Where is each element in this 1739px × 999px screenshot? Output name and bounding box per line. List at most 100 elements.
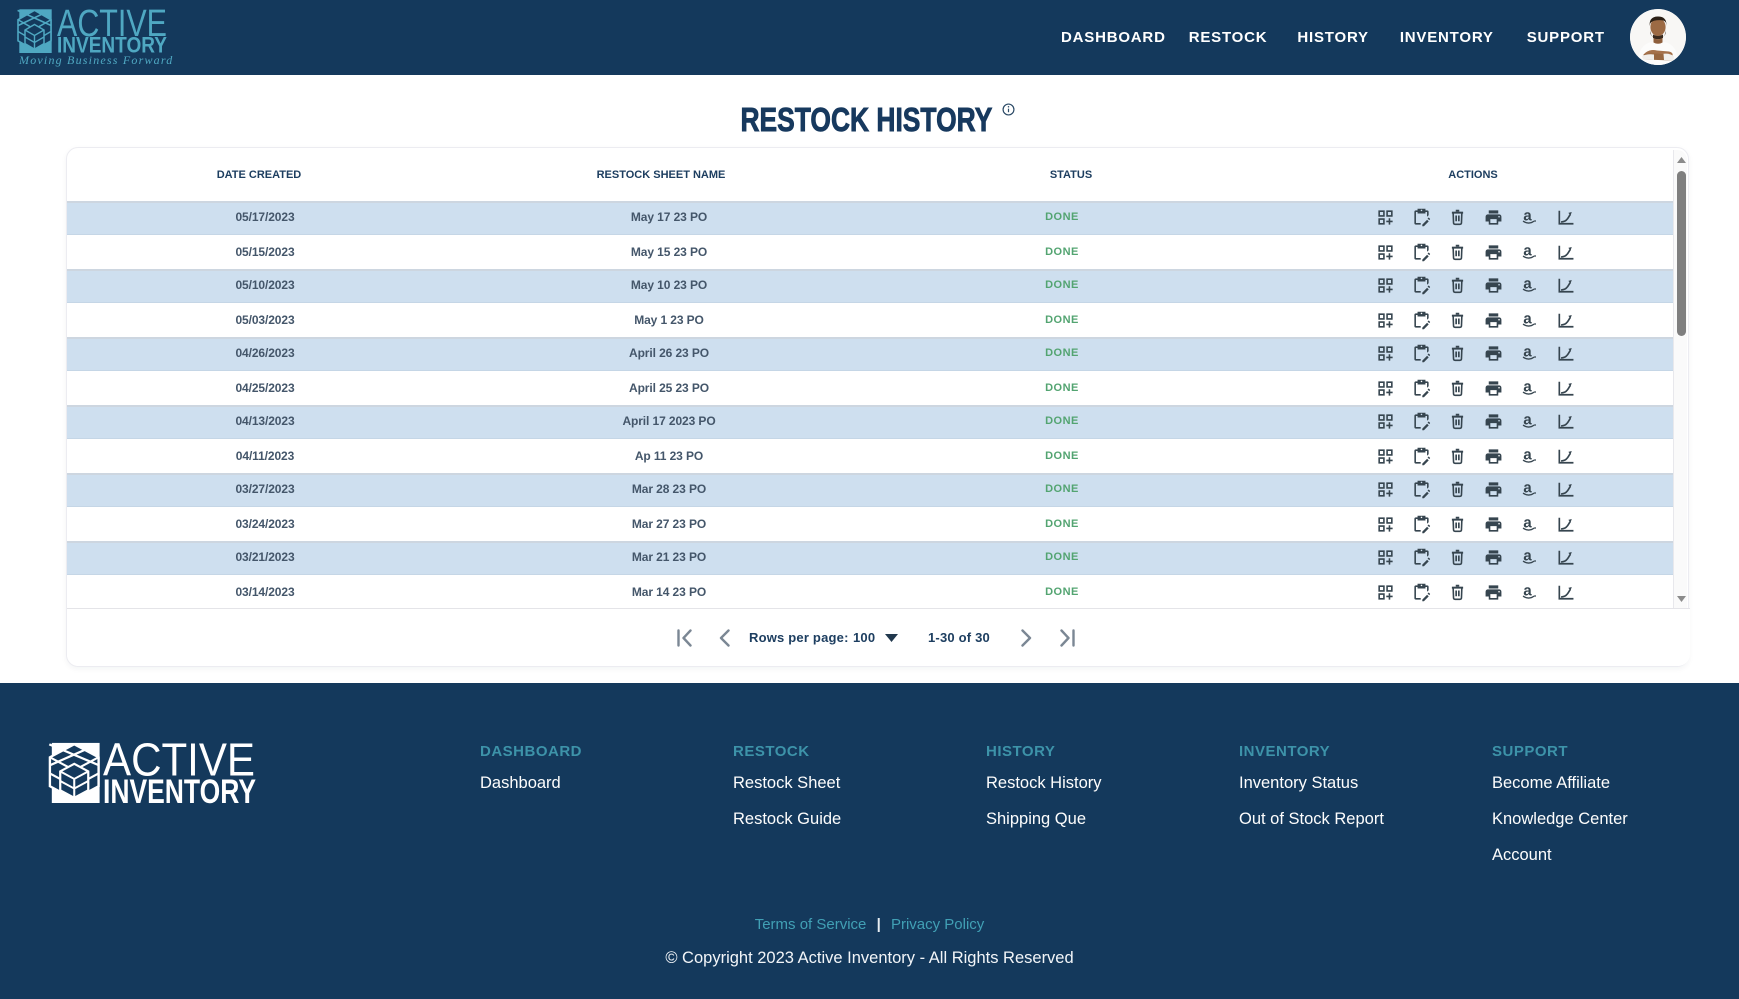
brand-logo[interactable]: ACTIVE INVENTORY Moving Business Forward: [0, 0, 260, 75]
delete-sheet-icon[interactable]: [1448, 276, 1467, 295]
analytics-icon[interactable]: [1556, 344, 1575, 363]
add-to-dashboard-icon[interactable]: [1376, 311, 1395, 330]
analytics-icon[interactable]: [1556, 379, 1575, 398]
print-sheet-icon[interactable]: [1484, 548, 1503, 567]
amazon-icon[interactable]: [1520, 276, 1539, 295]
amazon-icon[interactable]: [1520, 208, 1539, 227]
delete-sheet-icon[interactable]: [1448, 311, 1467, 330]
footer-link-dashboard[interactable]: Dashboard: [480, 774, 733, 793]
analytics-icon[interactable]: [1556, 480, 1575, 499]
print-sheet-icon[interactable]: [1484, 276, 1503, 295]
scrollbar-down-arrow[interactable]: [1674, 592, 1688, 606]
footer-link-inventory-status[interactable]: Inventory Status: [1239, 774, 1492, 793]
nav-item-dashboard[interactable]: DASHBOARD: [1061, 29, 1166, 46]
add-to-dashboard-icon[interactable]: [1376, 208, 1395, 227]
footer-brand-logo[interactable]: ACTIVE INVENTORY: [0, 683, 300, 833]
print-sheet-icon[interactable]: [1484, 208, 1503, 227]
footer-link-out-of-stock-report[interactable]: Out of Stock Report: [1239, 810, 1492, 829]
add-to-dashboard-icon[interactable]: [1376, 583, 1395, 602]
table-row[interactable]: 03/24/2023 Mar 27 23 PO DONE: [67, 507, 1675, 541]
table-row[interactable]: 03/21/2023 Mar 21 23 PO DONE: [67, 541, 1675, 575]
delete-sheet-icon[interactable]: [1448, 344, 1467, 363]
print-sheet-icon[interactable]: [1484, 344, 1503, 363]
print-sheet-icon[interactable]: [1484, 480, 1503, 499]
print-sheet-icon[interactable]: [1484, 412, 1503, 431]
print-sheet-icon[interactable]: [1484, 447, 1503, 466]
amazon-icon[interactable]: [1520, 447, 1539, 466]
footer-link-knowledge-center[interactable]: Knowledge Center: [1492, 810, 1739, 829]
nav-item-support[interactable]: SUPPORT: [1527, 29, 1605, 46]
edit-sheet-icon[interactable]: [1412, 480, 1431, 499]
analytics-icon[interactable]: [1556, 412, 1575, 431]
delete-sheet-icon[interactable]: [1448, 515, 1467, 534]
add-to-dashboard-icon[interactable]: [1376, 412, 1395, 431]
table-row[interactable]: 04/26/2023 April 26 23 PO DONE: [67, 337, 1675, 371]
edit-sheet-icon[interactable]: [1412, 276, 1431, 295]
add-to-dashboard-icon[interactable]: [1376, 344, 1395, 363]
delete-sheet-icon[interactable]: [1448, 412, 1467, 431]
amazon-icon[interactable]: [1520, 583, 1539, 602]
add-to-dashboard-icon[interactable]: [1376, 548, 1395, 567]
footer-link-account[interactable]: Account: [1492, 846, 1739, 865]
edit-sheet-icon[interactable]: [1412, 243, 1431, 262]
edit-sheet-icon[interactable]: [1412, 344, 1431, 363]
scrollbar-up-arrow[interactable]: [1674, 153, 1688, 167]
footer-link-restock-history[interactable]: Restock History: [986, 774, 1239, 793]
privacy-policy-link[interactable]: Privacy Policy: [891, 916, 984, 933]
amazon-icon[interactable]: [1520, 243, 1539, 262]
table-scrollbar[interactable]: [1673, 150, 1687, 609]
table-row[interactable]: 04/13/2023 April 17 2023 PO DONE: [67, 405, 1675, 439]
delete-sheet-icon[interactable]: [1448, 379, 1467, 398]
analytics-icon[interactable]: [1556, 515, 1575, 534]
next-page-button[interactable]: [1020, 629, 1033, 647]
amazon-icon[interactable]: [1520, 515, 1539, 534]
delete-sheet-icon[interactable]: [1448, 583, 1467, 602]
amazon-icon[interactable]: [1520, 311, 1539, 330]
table-row[interactable]: 04/11/2023 Ap 11 23 PO DONE: [67, 439, 1675, 473]
edit-sheet-icon[interactable]: [1412, 379, 1431, 398]
scrollbar-thumb[interactable]: [1677, 171, 1686, 336]
first-page-button[interactable]: [677, 629, 693, 647]
analytics-icon[interactable]: [1556, 447, 1575, 466]
rows-per-page-value[interactable]: 100: [853, 609, 875, 666]
edit-sheet-icon[interactable]: [1412, 412, 1431, 431]
delete-sheet-icon[interactable]: [1448, 243, 1467, 262]
analytics-icon[interactable]: [1556, 276, 1575, 295]
table-row[interactable]: 05/17/2023 May 17 23 PO DONE: [67, 201, 1675, 235]
print-sheet-icon[interactable]: [1484, 243, 1503, 262]
edit-sheet-icon[interactable]: [1412, 583, 1431, 602]
edit-sheet-icon[interactable]: [1412, 548, 1431, 567]
table-row[interactable]: 04/25/2023 April 25 23 PO DONE: [67, 371, 1675, 405]
add-to-dashboard-icon[interactable]: [1376, 480, 1395, 499]
footer-link-shipping-que[interactable]: Shipping Que: [986, 810, 1239, 829]
add-to-dashboard-icon[interactable]: [1376, 447, 1395, 466]
print-sheet-icon[interactable]: [1484, 583, 1503, 602]
print-sheet-icon[interactable]: [1484, 311, 1503, 330]
add-to-dashboard-icon[interactable]: [1376, 276, 1395, 295]
table-row[interactable]: 05/03/2023 May 1 23 PO DONE: [67, 303, 1675, 337]
delete-sheet-icon[interactable]: [1448, 208, 1467, 227]
table-row[interactable]: 05/10/2023 May 10 23 PO DONE: [67, 269, 1675, 303]
amazon-icon[interactable]: [1520, 480, 1539, 499]
footer-link-restock-guide[interactable]: Restock Guide: [733, 810, 986, 829]
delete-sheet-icon[interactable]: [1448, 480, 1467, 499]
add-to-dashboard-icon[interactable]: [1376, 379, 1395, 398]
table-row[interactable]: 03/27/2023 Mar 28 23 PO DONE: [67, 473, 1675, 507]
print-sheet-icon[interactable]: [1484, 379, 1503, 398]
analytics-icon[interactable]: [1556, 548, 1575, 567]
footer-link-restock-sheet[interactable]: Restock Sheet: [733, 774, 986, 793]
last-page-button[interactable]: [1059, 629, 1075, 647]
delete-sheet-icon[interactable]: [1448, 447, 1467, 466]
rows-per-page-dropdown-caret[interactable]: [885, 634, 898, 642]
delete-sheet-icon[interactable]: [1448, 548, 1467, 567]
edit-sheet-icon[interactable]: [1412, 447, 1431, 466]
add-to-dashboard-icon[interactable]: [1376, 243, 1395, 262]
amazon-icon[interactable]: [1520, 548, 1539, 567]
amazon-icon[interactable]: [1520, 379, 1539, 398]
footer-link-become-affiliate[interactable]: Become Affiliate: [1492, 774, 1739, 793]
edit-sheet-icon[interactable]: [1412, 208, 1431, 227]
nav-item-restock[interactable]: RESTOCK: [1189, 29, 1268, 46]
add-to-dashboard-icon[interactable]: [1376, 515, 1395, 534]
info-icon[interactable]: [1002, 103, 1015, 116]
analytics-icon[interactable]: [1556, 208, 1575, 227]
